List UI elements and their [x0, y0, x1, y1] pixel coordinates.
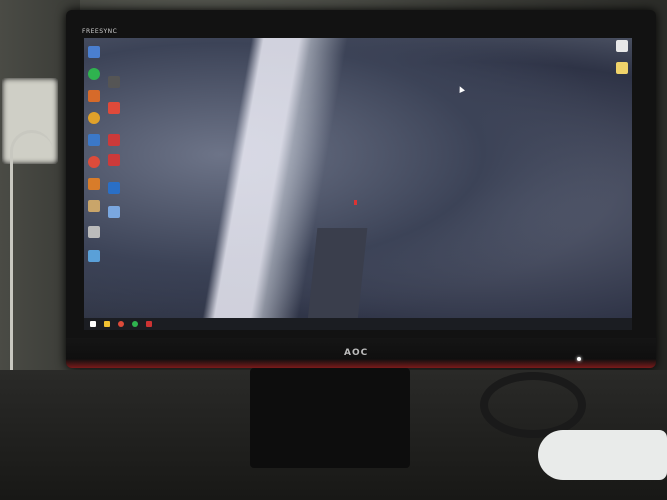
- app-icon[interactable]: [88, 200, 100, 212]
- folder-icon[interactable]: [616, 40, 628, 52]
- app-icon[interactable]: [108, 76, 120, 88]
- app-icon[interactable]: [132, 321, 138, 327]
- app-icon[interactable]: [108, 182, 120, 194]
- taskbar: [84, 318, 632, 330]
- headphones: [480, 372, 586, 438]
- app-icon[interactable]: [146, 321, 152, 327]
- app-icon[interactable]: [108, 206, 120, 218]
- start-icon[interactable]: [90, 321, 96, 327]
- app-icon[interactable]: [108, 134, 120, 146]
- browser-icon[interactable]: [118, 321, 124, 327]
- app-icon[interactable]: [88, 68, 100, 80]
- app-icon[interactable]: [88, 134, 100, 146]
- desktop-screen: [84, 38, 632, 330]
- app-icon[interactable]: [108, 102, 120, 114]
- chrome-icon[interactable]: [88, 156, 100, 168]
- maker-logo: AOC: [344, 348, 369, 358]
- game-controller: [538, 430, 667, 480]
- app-icon[interactable]: [108, 154, 120, 166]
- mouse-cursor-icon: [457, 85, 465, 93]
- app-icon[interactable]: [88, 226, 100, 238]
- app-icon[interactable]: [88, 90, 100, 102]
- app-icon[interactable]: [88, 250, 100, 262]
- app-icon[interactable]: [88, 46, 100, 58]
- climber: [354, 200, 357, 205]
- brand-label: FREESYNC: [82, 28, 118, 35]
- file-explorer-icon[interactable]: [104, 321, 110, 327]
- monitor-stand: [250, 368, 410, 468]
- rock-pillar: [306, 228, 368, 330]
- folder-icon[interactable]: [616, 62, 628, 74]
- app-icon[interactable]: [88, 112, 100, 124]
- power-led: [577, 357, 581, 361]
- app-icon[interactable]: [88, 178, 100, 190]
